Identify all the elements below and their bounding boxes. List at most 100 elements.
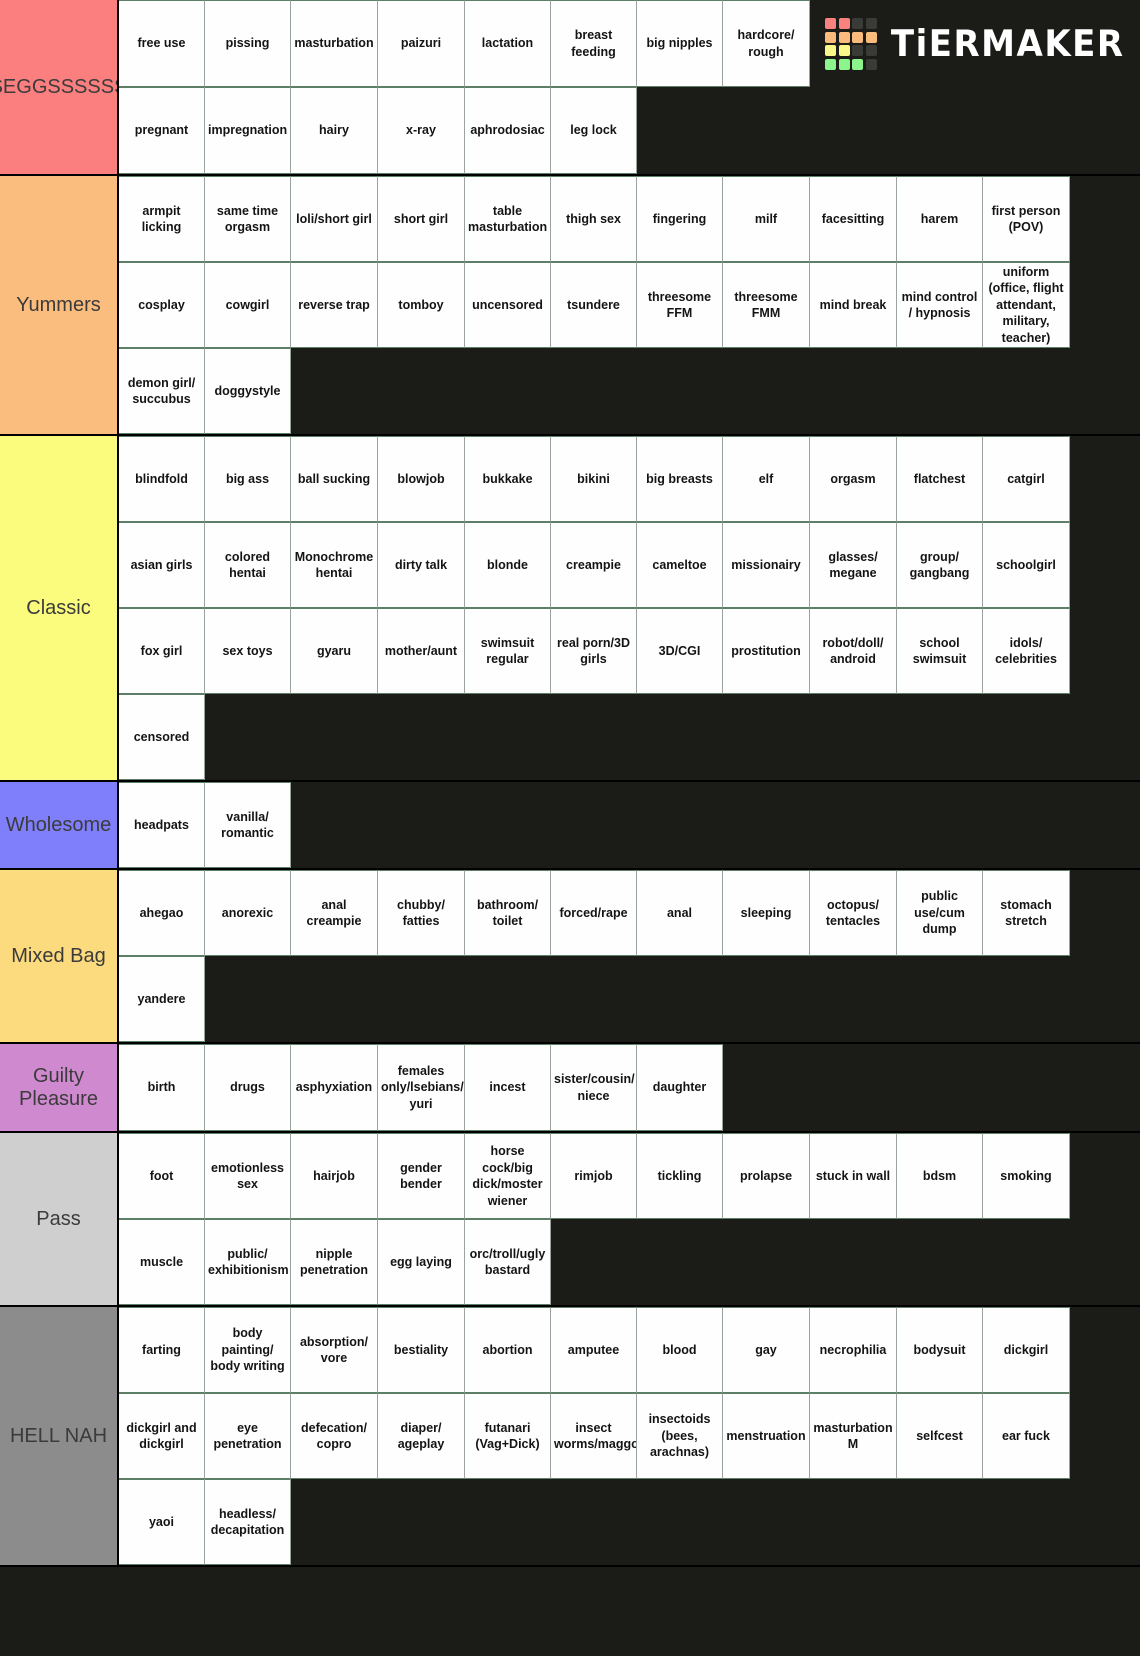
- tier-item[interactable]: fox girl: [119, 608, 205, 694]
- tier-item[interactable]: stuck in wall: [810, 1133, 897, 1219]
- tier-item[interactable]: blonde: [465, 522, 551, 608]
- tier-item[interactable]: gender bender: [378, 1133, 465, 1219]
- tier-item[interactable]: asphyxiation: [291, 1044, 378, 1131]
- tier-item[interactable]: threesome FMM: [723, 262, 810, 348]
- tier-item[interactable]: menstruation: [723, 1393, 810, 1479]
- tier-item[interactable]: reverse trap: [291, 262, 378, 348]
- tier-item[interactable]: robot/doll/ android: [810, 608, 897, 694]
- tier-item[interactable]: blood: [637, 1307, 723, 1393]
- tier-item[interactable]: headless/ decapitation: [205, 1479, 291, 1565]
- tier-item[interactable]: aphrodosiac: [465, 87, 551, 174]
- tier-item[interactable]: eye penetration: [205, 1393, 291, 1479]
- tier-item[interactable]: cowgirl: [205, 262, 291, 348]
- tier-item[interactable]: ball sucking: [291, 436, 378, 522]
- tier-item[interactable]: sex toys: [205, 608, 291, 694]
- tier-item[interactable]: abortion: [465, 1307, 551, 1393]
- tier-item[interactable]: censored: [119, 694, 205, 780]
- tier-item[interactable]: incest: [465, 1044, 551, 1131]
- tier-item[interactable]: thigh sex: [551, 176, 637, 262]
- tier-item[interactable]: schoolgirl: [983, 522, 1070, 608]
- tier-item[interactable]: anal: [637, 870, 723, 956]
- tier-item[interactable]: body painting/ body writing: [205, 1307, 291, 1393]
- tier-item[interactable]: gay: [723, 1307, 810, 1393]
- tier-item[interactable]: emotionless sex: [205, 1133, 291, 1219]
- tier-item[interactable]: big breasts: [637, 436, 723, 522]
- tier-item[interactable]: missionairy: [723, 522, 810, 608]
- tier-item[interactable]: headpats: [119, 782, 205, 868]
- tier-empty-space[interactable]: [291, 1479, 1140, 1565]
- tier-item[interactable]: fingering: [637, 176, 723, 262]
- tier-item[interactable]: dickgirl and dickgirl: [119, 1393, 205, 1479]
- tier-item[interactable]: nipple penetration: [291, 1219, 378, 1305]
- tier-item[interactable]: drugs: [205, 1044, 291, 1131]
- tier-item[interactable]: dickgirl: [983, 1307, 1070, 1393]
- tier-item[interactable]: horse cock/big dick/moster wiener: [465, 1133, 551, 1219]
- tier-item[interactable]: smoking: [983, 1133, 1070, 1219]
- tier-item[interactable]: lactation: [465, 0, 551, 87]
- tier-item[interactable]: ear fuck: [983, 1393, 1070, 1479]
- tier-item[interactable]: anorexic: [205, 870, 291, 956]
- tier-item[interactable]: loli/short girl: [291, 176, 378, 262]
- tier-item[interactable]: cameltoe: [637, 522, 723, 608]
- tier-item[interactable]: sister/cousin/ niece: [551, 1044, 637, 1131]
- tier-item[interactable]: bathroom/ toilet: [465, 870, 551, 956]
- tier-item[interactable]: defecation/ copro: [291, 1393, 378, 1479]
- tier-item[interactable]: blindfold: [119, 436, 205, 522]
- tier-item[interactable]: diaper/ ageplay: [378, 1393, 465, 1479]
- tier-item[interactable]: idols/ celebrities: [983, 608, 1070, 694]
- tier-item[interactable]: Monochrome hentai: [291, 522, 378, 608]
- tier-item[interactable]: bdsm: [897, 1133, 983, 1219]
- tier-item[interactable]: stomach stretch: [983, 870, 1070, 956]
- tier-item[interactable]: bukkake: [465, 436, 551, 522]
- tier-empty-space[interactable]: [291, 348, 1140, 434]
- tier-item[interactable]: facesitting: [810, 176, 897, 262]
- tier-item[interactable]: paizuri: [378, 0, 465, 87]
- tier-item[interactable]: anal creampie: [291, 870, 378, 956]
- tier-label-hell-nah[interactable]: HELL NAH: [0, 1307, 119, 1565]
- tier-item[interactable]: hairjob: [291, 1133, 378, 1219]
- tier-item[interactable]: demon girl/ succubus: [119, 348, 205, 434]
- tier-item[interactable]: yandere: [119, 956, 205, 1042]
- tier-item[interactable]: doggystyle: [205, 348, 291, 434]
- tier-item[interactable]: group/ gangbang: [897, 522, 983, 608]
- tier-item[interactable]: swimsuit regular: [465, 608, 551, 694]
- tier-label-classic[interactable]: Classic: [0, 436, 119, 780]
- tier-item[interactable]: table masturbation: [465, 176, 551, 262]
- tier-item[interactable]: foot: [119, 1133, 205, 1219]
- tier-item[interactable]: forced/rape: [551, 870, 637, 956]
- tier-item[interactable]: big ass: [205, 436, 291, 522]
- tier-label-wholesome[interactable]: Wholesome: [0, 782, 119, 868]
- tier-item[interactable]: rimjob: [551, 1133, 637, 1219]
- tier-item[interactable]: milf: [723, 176, 810, 262]
- tier-item[interactable]: catgirl: [983, 436, 1070, 522]
- tier-item[interactable]: orc/troll/ugly bastard: [465, 1219, 551, 1305]
- tier-item[interactable]: x-ray: [378, 87, 465, 174]
- tier-item[interactable]: impregnation: [205, 87, 291, 174]
- tier-item[interactable]: bikini: [551, 436, 637, 522]
- tier-empty-space[interactable]: [723, 1044, 1140, 1131]
- tier-label-pass[interactable]: Pass: [0, 1133, 119, 1305]
- tier-item[interactable]: dirty talk: [378, 522, 465, 608]
- tier-item[interactable]: bodysuit: [897, 1307, 983, 1393]
- tier-item[interactable]: sleeping: [723, 870, 810, 956]
- tier-item[interactable]: big nipples: [637, 0, 723, 87]
- tier-item[interactable]: colored hentai: [205, 522, 291, 608]
- tier-item[interactable]: elf: [723, 436, 810, 522]
- tier-item[interactable]: necrophilia: [810, 1307, 897, 1393]
- tier-label-yummers[interactable]: Yummers: [0, 176, 119, 434]
- tier-item[interactable]: pissing: [205, 0, 291, 87]
- tier-item[interactable]: hardcore/ rough: [723, 0, 810, 87]
- tier-item[interactable]: pregnant: [119, 87, 205, 174]
- tier-item[interactable]: hairy: [291, 87, 378, 174]
- tier-item[interactable]: breast feeding: [551, 0, 637, 87]
- tier-item[interactable]: bestiality: [378, 1307, 465, 1393]
- tier-item[interactable]: uniform (office, flight attendant, milit…: [983, 262, 1070, 348]
- tier-item[interactable]: insectoids (bees, arachnas): [637, 1393, 723, 1479]
- tier-item[interactable]: octopus/ tentacles: [810, 870, 897, 956]
- tier-empty-space[interactable]: [205, 956, 1140, 1042]
- tier-item[interactable]: masturbation M: [810, 1393, 897, 1479]
- tier-item[interactable]: asian girls: [119, 522, 205, 608]
- tier-item[interactable]: selfcest: [897, 1393, 983, 1479]
- tier-item[interactable]: real porn/3D girls: [551, 608, 637, 694]
- tier-empty-space[interactable]: [291, 782, 1140, 868]
